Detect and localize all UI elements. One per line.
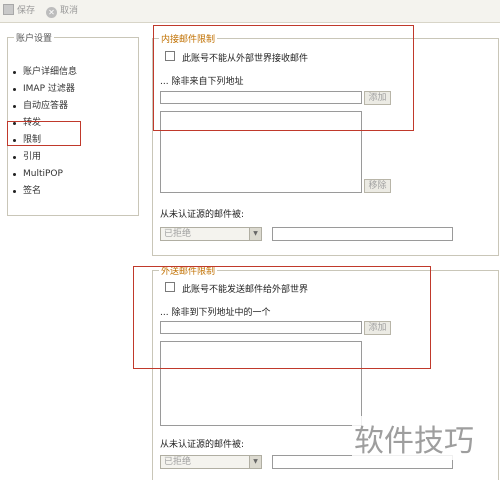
chevron-down-icon: ▼ <box>249 228 261 240</box>
inbound-remove-button[interactable]: 移除 <box>364 179 391 193</box>
inbound-unauth-label: 从未认证源的邮件被: <box>160 210 245 220</box>
cancel-icon: ✕ <box>46 7 57 18</box>
save-label: 保存 <box>17 6 36 16</box>
sidebar-item-quote[interactable]: 引用 <box>13 149 77 166</box>
save-icon <box>3 4 14 15</box>
inbound-except-label: ... 除非来自下列地址 <box>160 77 244 87</box>
watermark-text: 软件技巧 <box>352 416 476 460</box>
sidebar-item-signature[interactable]: 签名 <box>13 183 77 200</box>
outbound-except-label: ... 除非到下列地址中的一个 <box>160 308 271 318</box>
sidebar-item-imap-filter[interactable]: IMAP 过滤器 <box>13 81 77 98</box>
cancel-label: 取消 <box>60 6 79 16</box>
save-button[interactable]: 保存 <box>3 4 35 18</box>
inbound-block-checkbox[interactable] <box>165 51 175 61</box>
sidebar-item-auto-responder[interactable]: 自动应答器 <box>13 98 77 115</box>
inbound-unauth-select[interactable]: 已拒绝 ▼ <box>160 227 262 241</box>
inbound-unauth-select-value: 已拒绝 <box>164 229 192 239</box>
sidebar-item-restrictions[interactable]: 限制 <box>13 132 77 149</box>
inbound-legend: 内接邮件限制 <box>161 35 216 45</box>
inbound-address-list[interactable] <box>160 111 362 193</box>
account-settings-legend: 账户设置 <box>16 34 53 44</box>
inbound-block-label: 此账号不能从外部世界接收邮件 <box>182 54 309 64</box>
sidebar-item-multipop[interactable]: MultiPOP <box>13 166 77 183</box>
inbound-add-button[interactable]: 添加 <box>364 91 391 105</box>
outbound-unauth-select[interactable]: 已拒绝 ▼ <box>160 455 262 469</box>
inbound-unauth-input[interactable] <box>272 227 453 241</box>
outbound-block-checkbox[interactable] <box>165 282 175 292</box>
chevron-down-icon: ▼ <box>249 456 261 468</box>
outbound-unauth-label: 从未认证源的邮件被: <box>160 440 245 450</box>
toolbar: 保存 ✕ 取消 <box>0 0 500 23</box>
outbound-add-button[interactable]: 添加 <box>364 321 391 335</box>
outbound-legend: 外送邮件限制 <box>161 267 216 277</box>
outbound-address-input[interactable] <box>160 321 362 334</box>
outbound-address-list[interactable] <box>160 341 362 426</box>
outbound-unauth-select-value: 已拒绝 <box>164 457 192 467</box>
account-settings-panel: 账户设置 账户详细信息 IMAP 过滤器 自动应答器 转发 限制 引用 Mult… <box>7 31 139 216</box>
outbound-block-label: 此账号不能发送邮件给外部世界 <box>182 285 309 295</box>
sidebar-item-forward[interactable]: 转发 <box>13 115 77 132</box>
inbound-address-input[interactable] <box>160 91 362 104</box>
account-settings-nav: 账户详细信息 IMAP 过滤器 自动应答器 转发 限制 引用 MultiPOP … <box>13 64 77 200</box>
cancel-button[interactable]: ✕ 取消 <box>46 4 78 18</box>
sidebar-item-account-details[interactable]: 账户详细信息 <box>13 64 77 81</box>
